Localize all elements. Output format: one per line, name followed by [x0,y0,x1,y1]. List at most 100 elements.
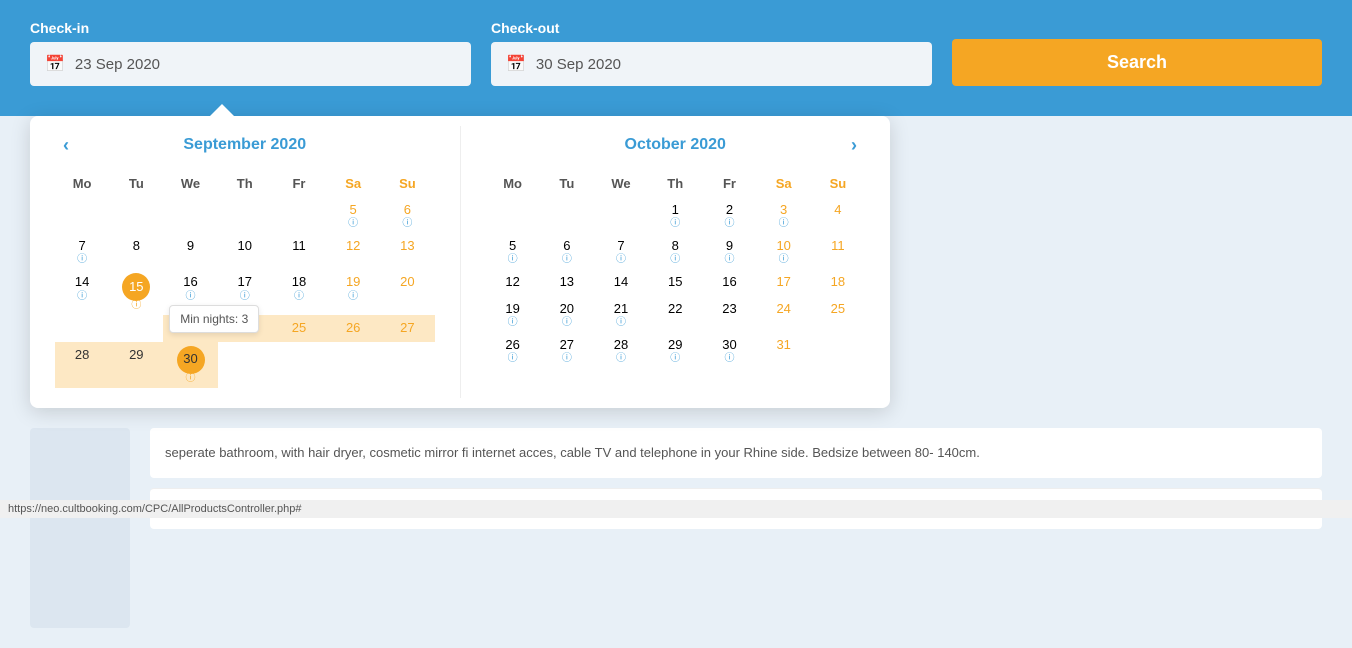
cal-day[interactable]: 13 [380,233,434,269]
cal-day[interactable]: 27ⓘ [540,332,594,368]
day-header-su-r: Su [811,170,865,197]
day-header-mo: Mo [55,170,109,197]
search-button[interactable]: Search [952,39,1322,86]
checkout-value: 30 Sep 2020 [536,56,621,73]
day-header-mo-r: Mo [486,170,540,197]
prev-month-button[interactable]: ‹ [55,131,77,160]
cal-day[interactable]: 23 [702,296,756,332]
cal-day-selected-start[interactable]: 15ⓘ Min nights: 3 [109,269,163,315]
cal-day[interactable]: 17 [757,269,811,295]
cal-day[interactable]: 26 [326,315,380,341]
cal-day[interactable]: 10 [218,233,272,269]
cal-day[interactable]: 30ⓘ [702,332,756,368]
cal-day[interactable]: 9 [163,233,217,269]
header-bar: Check-in 📅 23 Sep 2020 Check-out 📅 30 Se… [0,0,1352,116]
cal-day[interactable]: 12 [326,233,380,269]
cal-day[interactable]: 19ⓘ [326,269,380,315]
cal-day [163,197,217,233]
calendar-right: October 2020 › Mo Tu We Th Fr Sa Su 1ⓘ 2… [461,116,891,408]
day-header-th: Th [218,170,272,197]
min-nights-tooltip: Min nights: 3 [169,305,259,333]
checkout-field: Check-out 📅 30 Sep 2020 [491,20,932,86]
checkin-input[interactable]: 📅 23 Sep 2020 [30,42,471,86]
cal-day[interactable]: 29ⓘ [648,332,702,368]
cal-day [218,342,272,388]
calendar-left: ‹ September 2020 Mo Tu We Th Fr Sa Su 5ⓘ… [30,116,460,408]
cal-day[interactable]: 4 [811,197,865,233]
day-header-tu: Tu [109,170,163,197]
cal-day[interactable]: 14 [594,269,648,295]
cal-left-title: September 2020 [55,136,435,154]
sidebar [30,428,130,628]
checkin-label: Check-in [30,20,471,36]
checkin-calendar-icon: 📅 [45,54,65,74]
cal-day[interactable]: 27 [380,315,434,341]
cal-day[interactable]: 6ⓘ [540,233,594,269]
day-header-we-r: We [594,170,648,197]
cal-day[interactable]: 25 [272,315,326,341]
day-header-su: Su [380,170,434,197]
cal-day-selected-end[interactable]: 30ⓘ [163,342,217,388]
calendar-popup: ‹ September 2020 Mo Tu We Th Fr Sa Su 5ⓘ… [30,116,890,408]
cal-left-header: ‹ September 2020 [55,136,435,154]
cal-day[interactable]: 16 [702,269,756,295]
day-header-th-r: Th [648,170,702,197]
cal-day[interactable]: 31 [757,332,811,368]
main-content: seperate bathroom, with hair dryer, cosm… [150,428,1322,628]
cal-day[interactable]: 20 [380,269,434,315]
cal-day [594,197,648,233]
cal-day[interactable]: 11 [811,233,865,269]
status-bar: https://neo.cultbooking.com/CPC/AllProdu… [0,500,1352,518]
day-header-tu-r: Tu [540,170,594,197]
cal-day[interactable]: 12 [486,269,540,295]
cal-day[interactable]: 7ⓘ [55,233,109,269]
cal-day[interactable]: 5ⓘ [486,233,540,269]
cal-day [326,342,380,388]
cal-day[interactable]: 13 [540,269,594,295]
cal-day[interactable]: 18 [811,269,865,295]
day-header-fr-r: Fr [702,170,756,197]
cal-day[interactable]: 28ⓘ [594,332,648,368]
day-header-we: We [163,170,217,197]
cal-day[interactable]: 7ⓘ [594,233,648,269]
cal-day[interactable]: 11 [272,233,326,269]
cal-day [272,342,326,388]
cal-day[interactable]: 22 [648,296,702,332]
cal-day [540,197,594,233]
cal-day [486,197,540,233]
cal-day[interactable]: 25 [811,296,865,332]
cal-day[interactable]: 5ⓘ [326,197,380,233]
cal-day[interactable]: 8ⓘ [648,233,702,269]
cal-day[interactable]: 26ⓘ [486,332,540,368]
checkin-value: 23 Sep 2020 [75,56,160,73]
next-month-button[interactable]: › [843,131,865,160]
cal-day[interactable]: 15 [648,269,702,295]
cal-day[interactable]: 2ⓘ [702,197,756,233]
cal-day[interactable]: 8 [109,233,163,269]
cal-day [272,197,326,233]
checkout-calendar-icon: 📅 [506,54,526,74]
cal-day[interactable]: 6ⓘ [380,197,434,233]
cal-day[interactable]: 24 [757,296,811,332]
cal-day[interactable]: 20ⓘ [540,296,594,332]
cal-day[interactable]: 28 [55,342,109,388]
status-url: https://neo.cultbooking.com/CPC/AllProdu… [8,503,302,515]
cal-day [109,315,163,341]
cal-day[interactable]: 21ⓘ [594,296,648,332]
cal-left-grid: Mo Tu We Th Fr Sa Su 5ⓘ 6ⓘ 7ⓘ 8 9 10 11 … [55,170,435,388]
cal-day [380,342,434,388]
cal-day[interactable]: 19ⓘ [486,296,540,332]
cal-day[interactable]: 14ⓘ [55,269,109,315]
cal-day[interactable]: 9ⓘ [702,233,756,269]
cal-day [811,332,865,368]
cal-day [55,197,109,233]
cal-day[interactable]: 1ⓘ [648,197,702,233]
cal-day[interactable]: 18ⓘ [272,269,326,315]
checkout-input[interactable]: 📅 30 Sep 2020 [491,42,932,86]
cal-day[interactable]: 29 [109,342,163,388]
page-content: seperate bathroom, with hair dryer, cosm… [0,408,1352,648]
cal-day[interactable]: 10ⓘ [757,233,811,269]
day-header-sa: Sa [326,170,380,197]
day-header-sa-r: Sa [757,170,811,197]
cal-day[interactable]: 3ⓘ [757,197,811,233]
